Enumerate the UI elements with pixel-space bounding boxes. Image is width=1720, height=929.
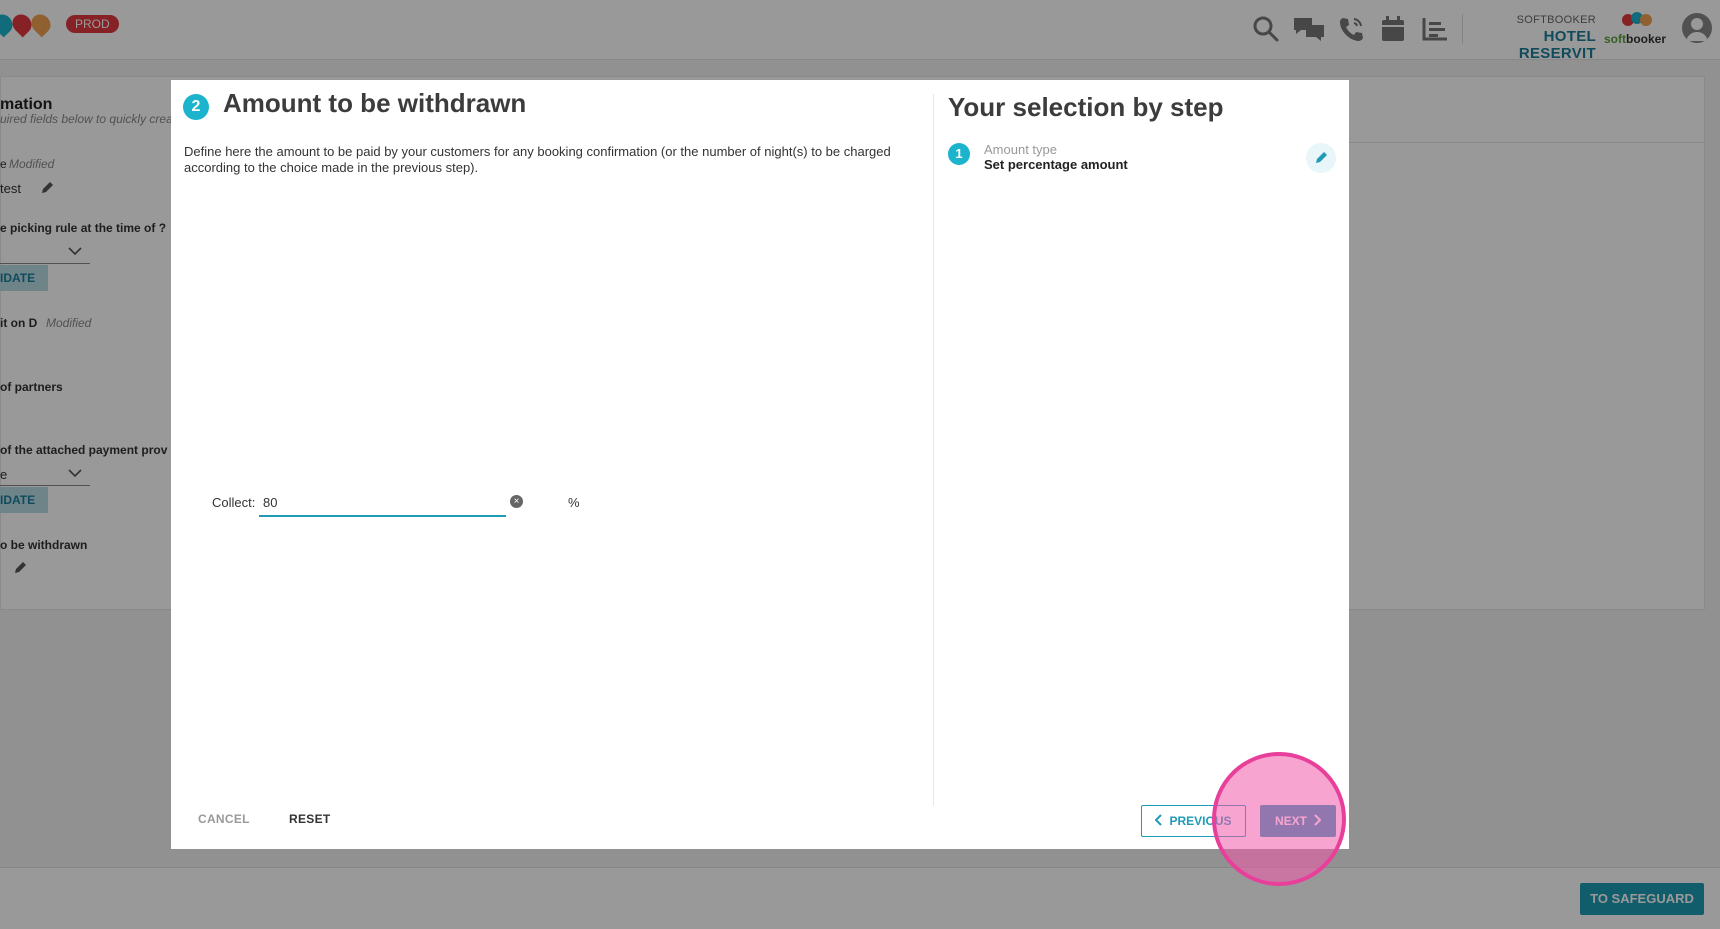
cancel-button[interactable]: CANCEL — [198, 812, 250, 826]
chevron-left-icon — [1155, 813, 1163, 829]
summary-step-value: Set percentage amount — [984, 157, 1128, 172]
summary-step-label: Amount type — [984, 142, 1057, 157]
collect-amount-input[interactable] — [259, 489, 506, 517]
previous-button[interactable]: PREVIOUS — [1141, 805, 1246, 837]
modal-column-divider — [933, 94, 934, 806]
selection-summary-title: Your selection by step — [948, 92, 1224, 122]
amount-wizard-modal: 2 Amount to be withdrawn Define here the… — [171, 80, 1349, 849]
modal-title: Amount to be withdrawn — [223, 88, 527, 118]
current-step-number: 2 — [183, 94, 209, 120]
next-button-label: NEXT — [1274, 814, 1307, 828]
summary-step-number: 1 — [948, 143, 970, 165]
next-button[interactable]: NEXT — [1260, 805, 1336, 837]
collect-label: Collect: — [212, 495, 256, 510]
edit-step-pencil-icon[interactable] — [1306, 143, 1336, 173]
clear-input-icon[interactable]: × — [510, 495, 523, 508]
previous-button-label: PREVIOUS — [1169, 814, 1232, 828]
modal-description: Define here the amount to be paid by you… — [184, 144, 891, 175]
reset-button[interactable]: RESET — [289, 812, 331, 826]
collect-unit: % — [568, 495, 580, 510]
chevron-right-icon — [1313, 813, 1322, 829]
